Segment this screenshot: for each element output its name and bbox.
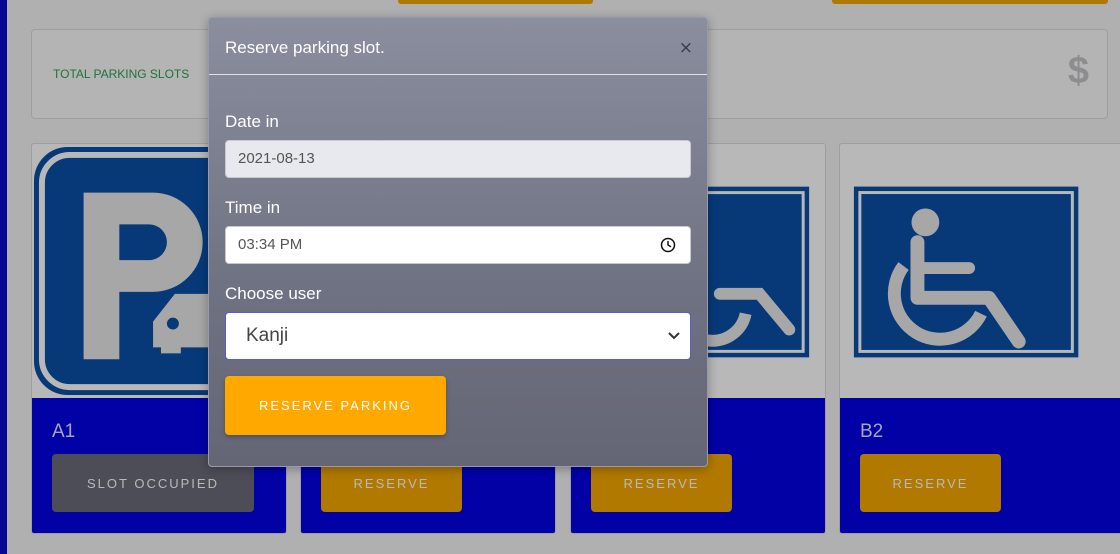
date-label: Date in xyxy=(225,112,279,131)
time-value: 03:34 PM xyxy=(238,236,303,253)
user-value: Kanji xyxy=(246,325,289,346)
clock-icon[interactable] xyxy=(660,237,676,253)
time-label: Time in xyxy=(225,198,281,217)
modal-title: Reserve parking slot. xyxy=(225,38,385,57)
reserve-parking-button[interactable]: RESERVE PARKING xyxy=(225,376,446,435)
reserve-modal: Reserve parking slot. × Date in 2021-08-… xyxy=(208,17,708,467)
time-input[interactable]: 03:34 PM xyxy=(225,226,691,264)
date-input[interactable]: 2021-08-13 xyxy=(225,140,691,178)
modal-header: Reserve parking slot. × xyxy=(209,18,707,75)
chevron-down-icon xyxy=(668,332,680,340)
user-select[interactable]: Kanji xyxy=(225,312,691,360)
close-icon[interactable]: × xyxy=(679,38,693,58)
date-value: 2021-08-13 xyxy=(238,150,315,167)
user-label: Choose user xyxy=(225,284,322,303)
